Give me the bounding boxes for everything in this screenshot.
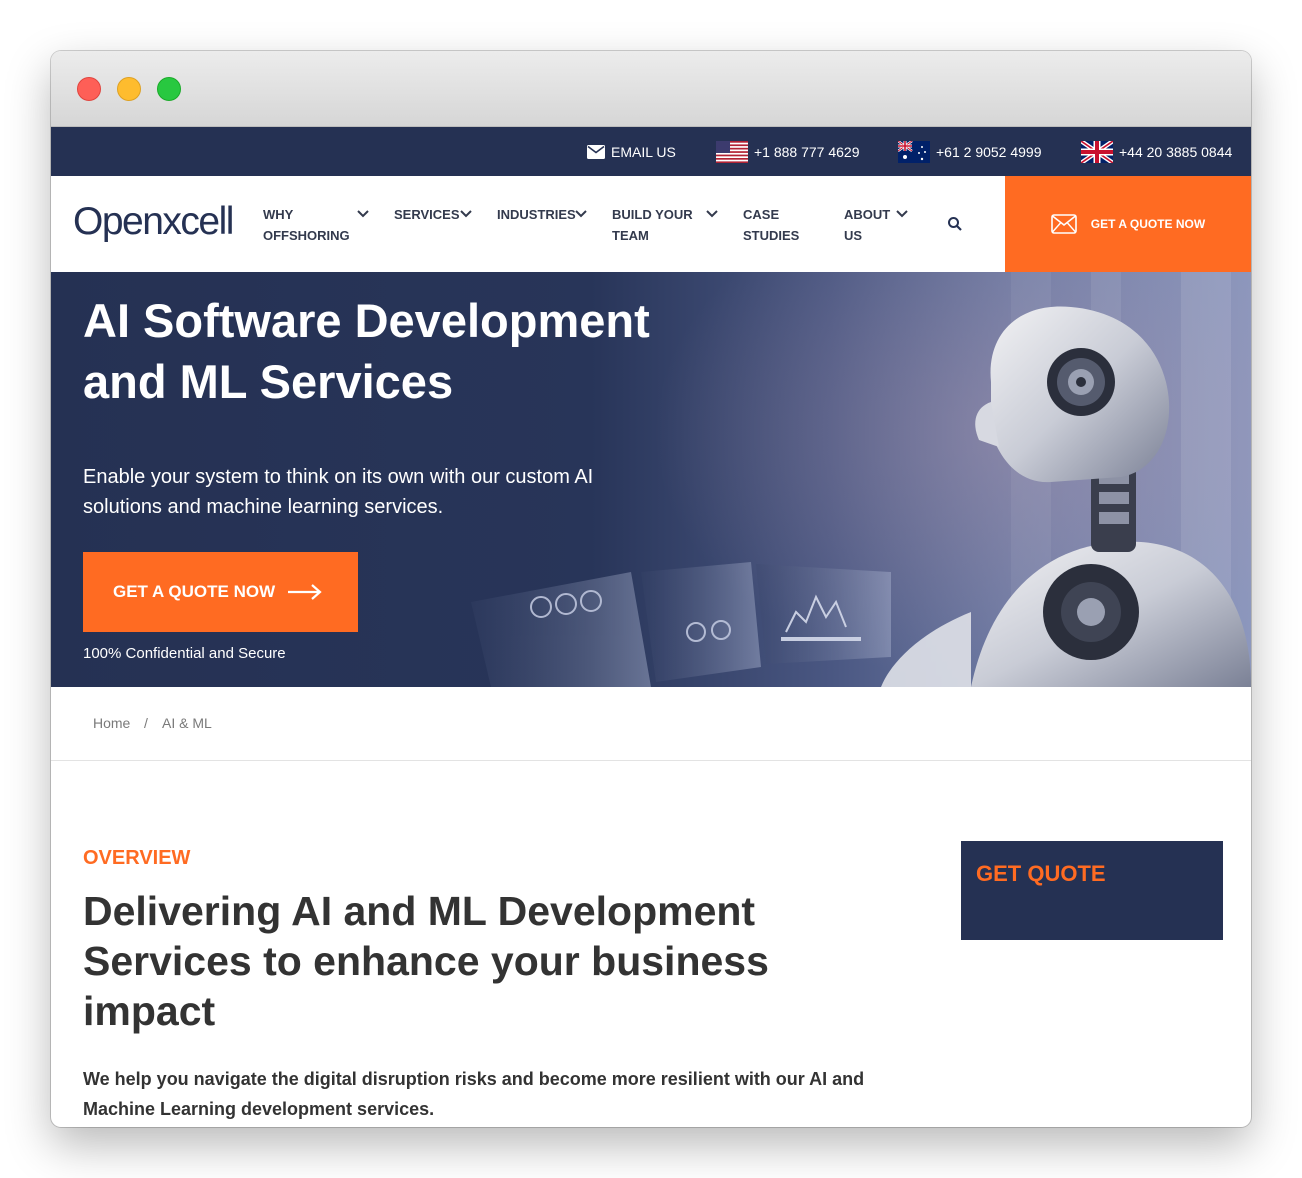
chevron-down-icon[interactable]: [575, 210, 587, 218]
hero-button-label: GET A QUOTE NOW: [113, 582, 276, 601]
close-window-button[interactable]: [77, 77, 101, 101]
phone-uk-number: +44 20 3885 0844: [1119, 143, 1233, 160]
mail-icon: [587, 144, 605, 159]
phone-uk-link[interactable]: +44 20 3885 0844: [1081, 127, 1232, 176]
hero-title: AI Software Development and ML Services: [83, 290, 723, 412]
nav-build-your-team[interactable]: BUILD YOUR TEAM: [612, 204, 693, 246]
window-titlebar: [51, 51, 1251, 127]
nav-label: BUILD YOUR: [612, 207, 693, 222]
email-us-link[interactable]: EMAIL US: [587, 127, 676, 176]
email-us-label: EMAIL US: [611, 143, 676, 160]
overview-heading: Delivering AI and ML Development Service…: [83, 888, 769, 1034]
overview-eyebrow: OVERVIEW: [83, 847, 191, 869]
hero-title-line: AI Software Development: [83, 294, 650, 347]
contact-bar: EMAIL US +1 888 777 4629 +61 2 9052 4999…: [51, 127, 1251, 176]
main-navbar: Openxcell WHY OFFSHORING SERVICES INDUST…: [51, 176, 1251, 272]
breadcrumb-current: AI & ML: [162, 715, 212, 731]
chevron-down-icon[interactable]: [896, 210, 908, 218]
nav-why-offshoring[interactable]: WHY OFFSHORING: [263, 204, 350, 246]
nav-label: SERVICES: [394, 207, 460, 222]
nav-label: ABOUT: [844, 207, 891, 222]
nav-label: INDUSTRIES: [497, 207, 576, 222]
overview-paragraph: We help you navigate the digital disrupt…: [83, 1069, 865, 1119]
breadcrumb-home-link[interactable]: Home: [93, 715, 130, 731]
browser-window: EMAIL US +1 888 777 4629 +61 2 9052 4999…: [51, 51, 1251, 1127]
nav-industries[interactable]: INDUSTRIES: [497, 204, 576, 225]
minimize-window-button[interactable]: [117, 77, 141, 101]
nav-label: OFFSHORING: [263, 228, 350, 243]
nav-label: CASE: [743, 207, 780, 222]
get-a-quote-now-label: GET A QUOTE NOW: [1090, 217, 1206, 231]
arrow-right-icon: [288, 584, 322, 600]
get-a-quote-now-hero-button[interactable]: GET A QUOTE NOW: [83, 552, 358, 632]
breadcrumb-separator: /: [144, 715, 148, 731]
nav-services[interactable]: SERVICES: [394, 204, 460, 225]
overview-section: OVERVIEW Delivering AI and ML Developmen…: [51, 761, 1251, 1127]
get-quote-title: GET QUOTE: [976, 861, 1106, 886]
nav-case-studies[interactable]: CASE STUDIES: [743, 204, 799, 246]
openxcell-logo[interactable]: Openxcell: [73, 200, 234, 244]
confidential-note: 100% Confidential and Secure: [83, 645, 286, 662]
chevron-down-icon[interactable]: [460, 210, 472, 218]
phone-us-number: +1 888 777 4629: [754, 143, 860, 160]
nav-label: STUDIES: [743, 228, 800, 243]
get-quote-sidebar: GET QUOTE: [961, 841, 1223, 940]
nav-label: WHY: [263, 207, 294, 222]
chevron-down-icon[interactable]: [706, 210, 718, 218]
search-icon[interactable]: [947, 216, 963, 232]
maximize-window-button[interactable]: [157, 77, 181, 101]
nav-about-us[interactable]: ABOUT US: [844, 204, 890, 246]
uk-flag-icon: [1081, 140, 1113, 163]
nav-label: TEAM: [612, 228, 649, 243]
phone-au-link[interactable]: +61 2 9052 4999: [898, 127, 1042, 176]
hero-title-line: and ML Services: [83, 355, 454, 408]
breadcrumb: Home / AI & ML: [51, 687, 1251, 761]
envelope-icon: [1050, 214, 1077, 234]
hero-banner: AI Software Development and ML Services …: [51, 272, 1251, 687]
get-a-quote-now-nav-button[interactable]: GET A QUOTE NOW: [1005, 176, 1251, 272]
nav-label: US: [844, 228, 863, 243]
phone-au-number: +61 2 9052 4999: [936, 143, 1042, 160]
us-flag-icon: [716, 140, 748, 163]
hero-subtitle: Enable your system to think on its own w…: [83, 466, 594, 518]
chevron-down-icon[interactable]: [357, 210, 369, 218]
phone-us-link[interactable]: +1 888 777 4629: [716, 127, 860, 176]
au-flag-icon: [898, 140, 930, 163]
